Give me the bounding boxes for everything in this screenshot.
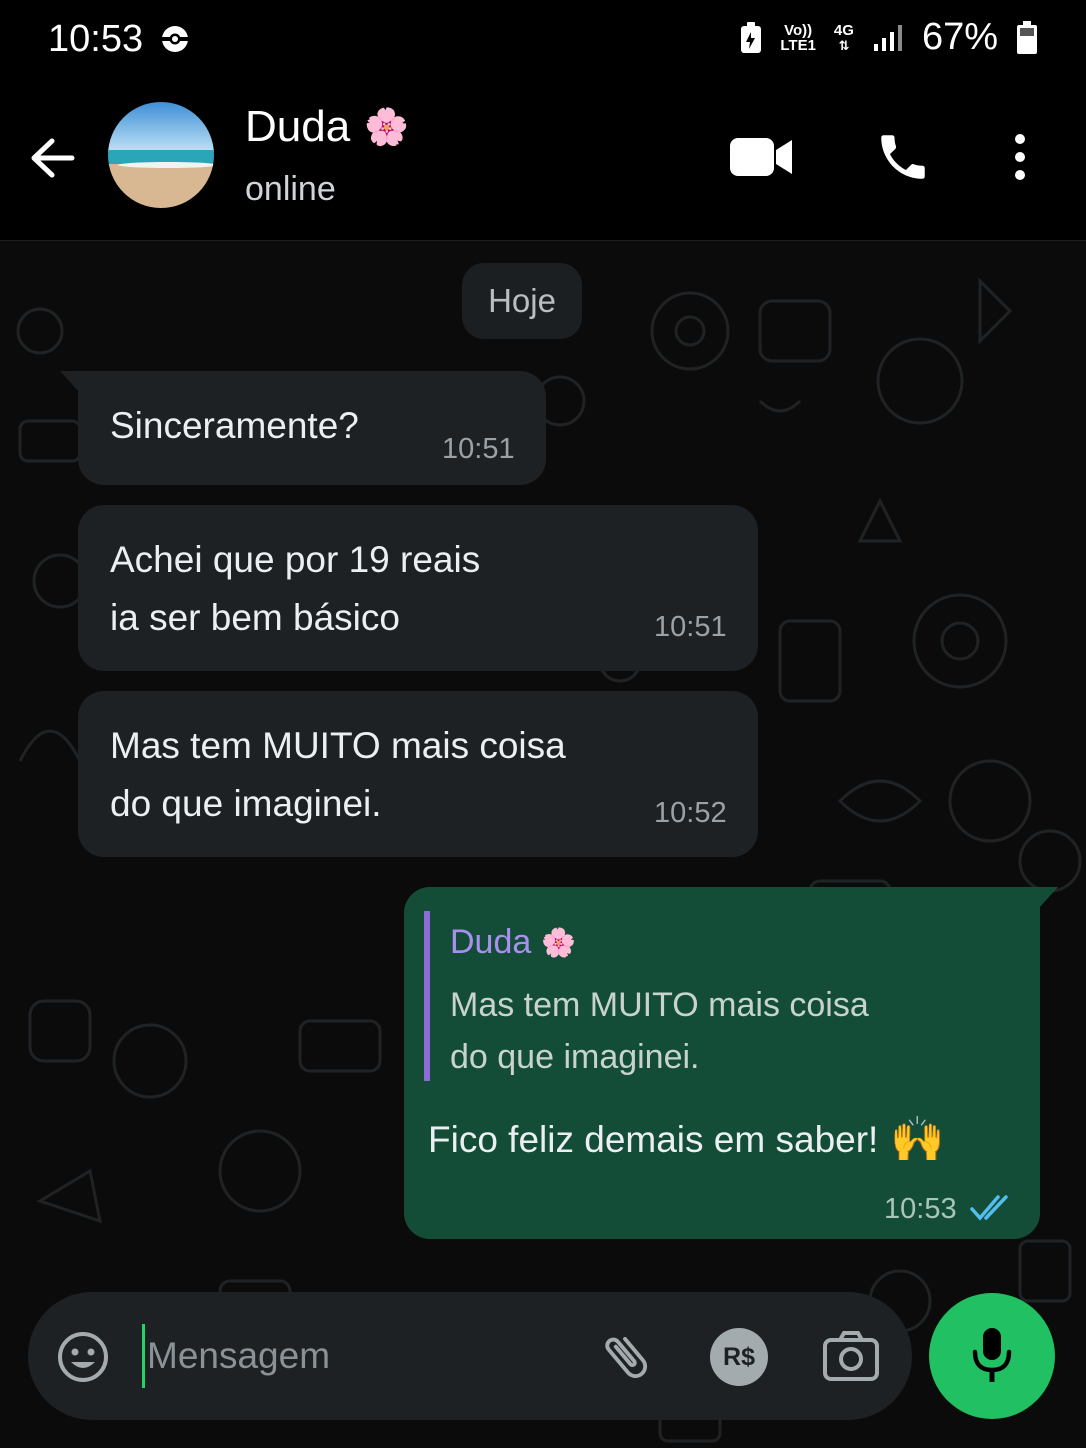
- microphone-icon: [972, 1328, 1012, 1382]
- status-bar: 10:53 Vo)) LTE1 4G ⇅ 67%: [0, 0, 1086, 84]
- quoted-message[interactable]: Duda 🌸 Mas tem MUITO mais coisa do que i…: [424, 911, 950, 1081]
- quoted-text: Mas tem MUITO mais coisa do que imaginei…: [450, 986, 869, 1076]
- network-type: 4G ⇅: [833, 21, 854, 53]
- voice-call-icon[interactable]: [874, 128, 932, 186]
- flower-emoji: 🌸: [541, 927, 577, 958]
- voice-message-button[interactable]: [929, 1293, 1055, 1419]
- contact-name[interactable]: Duda 🌸: [245, 102, 409, 152]
- message-time: 10:51: [442, 433, 515, 465]
- chat-area[interactable]: Hoje Sinceramente? 10:51 Achei que por 1…: [0, 241, 1086, 1448]
- volte-indicator: Vo)) LTE1: [780, 21, 816, 54]
- camera-icon[interactable]: [822, 1330, 880, 1382]
- message-time: 10:52: [654, 797, 727, 829]
- attach-icon[interactable]: [596, 1328, 656, 1386]
- message-time: 10:51: [654, 611, 727, 643]
- flower-emoji: 🌸: [364, 106, 410, 147]
- pokeball-notification-icon: [162, 26, 188, 52]
- more-options-icon[interactable]: [1008, 132, 1032, 182]
- incoming-message[interactable]: Mas tem MUITO mais coisa do que imaginei…: [78, 691, 758, 857]
- date-divider: Hoje: [462, 263, 582, 339]
- incoming-message[interactable]: Sinceramente? 10:51: [60, 371, 546, 485]
- emoji-icon[interactable]: [56, 1330, 110, 1384]
- battery-saver-icon: [741, 21, 762, 53]
- message-text: Sinceramente?: [110, 405, 359, 446]
- contact-name-text: Duda: [245, 102, 351, 151]
- back-arrow-icon[interactable]: [28, 136, 78, 180]
- message-composer: Mensagem R$: [28, 1292, 912, 1420]
- message-text: Mas tem MUITO mais coisa do que imaginei…: [110, 725, 566, 824]
- message-text: Achei que por 19 reais ia ser bem básico: [110, 539, 481, 638]
- message-text: Fico feliz demais em saber! 🙌: [428, 1111, 945, 1169]
- raising-hands-emoji: 🙌: [890, 1115, 946, 1164]
- contact-avatar[interactable]: [108, 102, 214, 208]
- quoted-author: Duda 🌸: [450, 923, 577, 961]
- status-icons: Vo)) LTE1 4G ⇅ 67%: [740, 16, 1038, 59]
- status-time: 10:53: [48, 18, 144, 60]
- video-call-icon[interactable]: [728, 134, 794, 180]
- outgoing-message[interactable]: Duda 🌸 Mas tem MUITO mais coisa do que i…: [404, 887, 1058, 1239]
- battery-icon: [1017, 20, 1037, 54]
- battery-percent: 67%: [921, 16, 998, 58]
- bubble-tail: [1038, 887, 1058, 909]
- message-time: 10:53: [884, 1193, 957, 1225]
- chat-header: Duda 🌸 online: [0, 84, 1086, 241]
- contact-status: online: [245, 170, 336, 208]
- signal-icon: [873, 24, 902, 51]
- double-check-read-icon: [970, 1195, 1008, 1221]
- bubble-tail: [60, 371, 80, 393]
- payment-icon[interactable]: R$: [710, 1328, 768, 1386]
- message-input[interactable]: Mensagem: [142, 1324, 577, 1388]
- incoming-message[interactable]: Achei que por 19 reais ia ser bem básico…: [78, 505, 758, 671]
